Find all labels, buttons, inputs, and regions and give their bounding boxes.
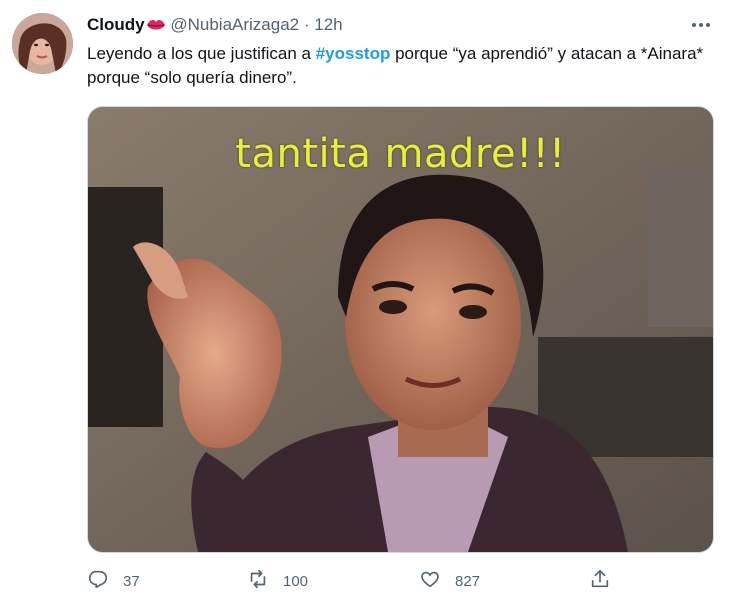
reply-count: 37	[123, 572, 140, 590]
avatar[interactable]	[12, 13, 73, 74]
share-button[interactable]	[589, 566, 625, 596]
share-icon	[589, 568, 625, 594]
display-name[interactable]: Cloudy	[87, 15, 145, 34]
retweet-count: 100	[283, 572, 309, 590]
retweet-icon	[247, 568, 283, 594]
kiss-lips-icon	[146, 16, 166, 38]
tweet-text-part1: Leyendo a los que justifican a	[87, 44, 316, 63]
more-dots-icon[interactable]	[690, 16, 712, 34]
heart-icon	[419, 568, 455, 594]
meme-caption: tantita madre!!!	[235, 131, 566, 177]
like-count: 827	[455, 572, 481, 590]
tweet-media[interactable]: tantita madre!!!	[87, 106, 714, 553]
retweet-button[interactable]: 100	[247, 566, 308, 596]
separator-dot: ·	[303, 15, 310, 34]
tweet-actions: 37 100 827	[87, 566, 627, 596]
timestamp[interactable]: 12h	[314, 15, 342, 34]
author-handle[interactable]: @NubiaArizaga2	[170, 15, 299, 34]
reply-button[interactable]: 37	[87, 566, 140, 596]
tweet-header: Cloudy @NubiaArizaga2 · 12h	[87, 14, 670, 36]
like-button[interactable]: 827	[419, 566, 480, 596]
tweet[interactable]: Cloudy @NubiaArizaga2 · 12h Leyendo a lo…	[0, 0, 730, 610]
reply-icon	[87, 568, 123, 594]
tweet-text: Leyendo a los que justifican a #yosstop …	[87, 42, 707, 90]
hashtag-link[interactable]: #yosstop	[316, 44, 391, 63]
